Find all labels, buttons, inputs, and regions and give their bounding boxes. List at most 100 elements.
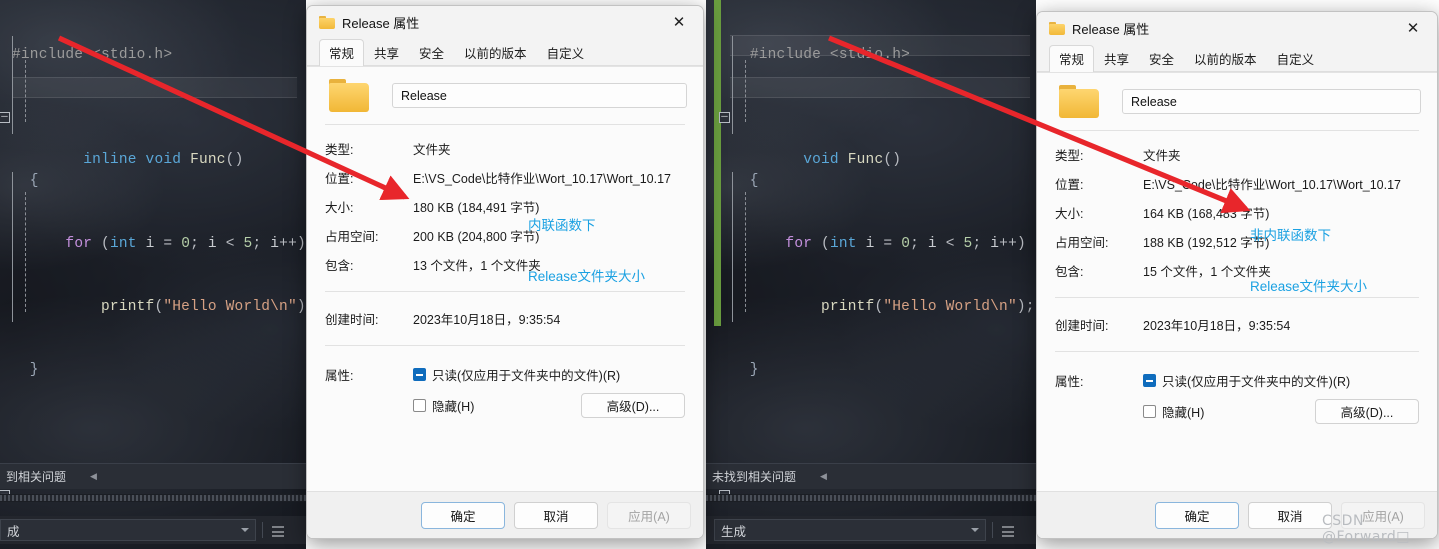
info-label: 类型: — [1055, 149, 1084, 163]
code-line: printf("Hello World\n"); — [101, 299, 306, 315]
error-list-text: 未找到相关问题 — [712, 470, 797, 484]
code-line: #include <stdio.h> — [732, 45, 1036, 66]
dialog-tabstrip-right[interactable]: 常规 共享 安全 以前的版本 自定义 — [1037, 45, 1437, 72]
readonly-checkbox-row[interactable]: 只读(仅应用于文件夹中的文件)(R) — [413, 365, 685, 384]
info-row-type: 类型: 文件夹 — [325, 134, 685, 163]
scope-guide-line — [732, 172, 733, 322]
annotation-right-line2: Release文件夹大小 — [1250, 279, 1368, 294]
output-list-icon[interactable] — [999, 521, 1017, 539]
info-label: 占用空间: — [325, 230, 379, 244]
fold-toggle-icon[interactable] — [719, 112, 730, 123]
code-line: for (int i = 0; i < 5; i++) — [65, 236, 306, 252]
info-row-type: 类型: 文件夹 — [1055, 140, 1419, 169]
code-editor-right[interactable]: #include <stdio.h> void Func() { for (in… — [706, 0, 1036, 549]
attributes-row: 属性: 只读(仅应用于文件夹中的文件)(R) 隐藏(H) 高级(D)... — [325, 358, 685, 418]
info-value: 180 KB (184,491 字节) — [413, 201, 540, 215]
dialog-tabstrip-left[interactable]: 常规 共享 安全 以前的版本 自定义 — [307, 39, 703, 66]
code-editor-left[interactable]: #include <stdio.h> inline void Func() { … — [0, 0, 306, 549]
advanced-button[interactable]: 高级(D)... — [1315, 399, 1419, 424]
cancel-button[interactable]: 取消 — [1248, 501, 1332, 529]
build-scope-value: 成 — [7, 524, 20, 539]
error-list-bar-right[interactable]: 未找到相关问题 ◀ — [706, 463, 1036, 489]
chevron-down-icon — [971, 528, 979, 532]
dialog-title: Release 属性 — [342, 16, 420, 31]
tab-customize[interactable]: 自定义 — [1267, 45, 1325, 72]
close-icon[interactable]: ✕ — [659, 7, 699, 38]
info-value: 文件夹 — [413, 143, 451, 157]
tab-sharing[interactable]: 共享 — [364, 39, 409, 66]
ok-button[interactable]: 确定 — [1155, 501, 1239, 529]
tab-sharing[interactable]: 共享 — [1094, 45, 1139, 72]
folder-info-table-right: 类型: 文件夹 位置: E:\VS_Code\比特作业\Wort_10.17\W… — [1037, 131, 1437, 291]
dialog-titlebar-right[interactable]: Release 属性 ✕ — [1037, 12, 1437, 45]
build-output-bar-right: 生成 — [706, 516, 1036, 544]
folder-icon — [319, 16, 335, 29]
indent-guide-line — [745, 60, 746, 122]
code-line-text: #include <stdio.h> — [12, 47, 173, 63]
indent-guide-line — [745, 192, 746, 312]
folder-name-row: Release — [307, 67, 703, 122]
screenshot-root: #include <stdio.h> inline void Func() { … — [0, 0, 1439, 549]
tab-security[interactable]: 安全 — [409, 39, 454, 66]
info-label: 包含: — [1055, 265, 1084, 279]
folder-name-row: Release — [1037, 73, 1437, 128]
apply-button: 应用(A) — [607, 501, 691, 529]
annotation-right-line1: 非内联函数下 — [1250, 228, 1331, 243]
info-label: 大小: — [1055, 207, 1084, 221]
cancel-button[interactable]: 取消 — [514, 501, 598, 529]
code-line: printf("Hello World\n"); — [821, 299, 1035, 315]
tab-previous-versions[interactable]: 以前的版本 — [454, 39, 537, 66]
hidden-checkbox[interactable] — [413, 399, 426, 412]
collapse-caret-icon[interactable]: ◀ — [820, 471, 827, 482]
hidden-checkbox[interactable] — [1143, 405, 1156, 418]
dialog-title: Release 属性 — [1072, 22, 1150, 37]
code-line-text: #include <stdio.h> — [749, 47, 911, 63]
ok-button[interactable]: 确定 — [421, 501, 505, 529]
error-list-bar-left[interactable]: 到相关问题 ◀ — [0, 463, 306, 489]
error-list-text: 到相关问题 — [6, 470, 67, 484]
release-properties-dialog-right[interactable]: Release 属性 ✕ 常规 共享 安全 以前的版本 自定义 Release … — [1036, 11, 1438, 539]
annotation-left-line1: 内联函数下 — [528, 218, 596, 233]
created-time-section-right: 创建时间: 2023年10月18日，9:35:54 — [1037, 298, 1437, 349]
info-label: 创建时间: — [325, 313, 379, 327]
tab-security[interactable]: 安全 — [1139, 45, 1184, 72]
attributes-label: 属性: — [325, 369, 354, 383]
fold-toggle-icon[interactable] — [0, 112, 10, 123]
close-icon[interactable]: ✕ — [1393, 13, 1433, 44]
hidden-and-advanced-row: 隐藏(H) 高级(D)... — [413, 393, 685, 418]
info-label: 大小: — [325, 201, 354, 215]
toolbar-divider — [262, 522, 263, 538]
build-scope-combo-right[interactable]: 生成 — [714, 519, 986, 541]
readonly-label: 只读(仅应用于文件夹中的文件)(R) — [432, 369, 621, 383]
readonly-checkbox[interactable] — [1143, 374, 1156, 387]
scope-guide-line — [12, 172, 13, 322]
splitter-bar-left[interactable] — [0, 494, 306, 502]
indent-guide-line — [25, 60, 26, 122]
readonly-checkbox-row[interactable]: 只读(仅应用于文件夹中的文件)(R) — [1143, 371, 1419, 390]
tab-general[interactable]: 常规 — [1049, 45, 1095, 72]
scope-guide-line — [732, 36, 733, 134]
tab-previous-versions[interactable]: 以前的版本 — [1184, 45, 1267, 72]
annotation-right: 非内联函数下 Release文件夹大小 — [1250, 193, 1367, 329]
output-list-icon[interactable] — [269, 521, 287, 539]
info-label: 占用空间: — [1055, 236, 1109, 250]
build-scope-combo-left[interactable]: 成 — [0, 519, 256, 541]
folder-large-icon — [1059, 85, 1099, 118]
tab-customize[interactable]: 自定义 — [537, 39, 595, 66]
collapse-caret-icon[interactable]: ◀ — [90, 471, 97, 482]
code-line: inline void Func() — [0, 108, 306, 168]
code-line: void Func() — [719, 108, 1036, 168]
tab-general[interactable]: 常规 — [319, 39, 365, 66]
splitter-bar-right[interactable] — [706, 494, 1036, 502]
dialog-titlebar-left[interactable]: Release 属性 ✕ — [307, 6, 703, 39]
info-value: 200 KB (204,800 字节) — [413, 230, 540, 244]
folder-large-icon — [329, 79, 369, 112]
saved-changes-gutter-indicator — [714, 0, 721, 326]
folder-name-input[interactable]: Release — [392, 83, 687, 108]
readonly-checkbox[interactable] — [413, 368, 426, 381]
dialog-footer-left: 确定 取消 应用(A) — [307, 491, 703, 538]
code-line: #include <stdio.h> — [12, 45, 306, 66]
advanced-button[interactable]: 高级(D)... — [581, 393, 685, 418]
folder-name-input[interactable]: Release — [1122, 89, 1421, 114]
